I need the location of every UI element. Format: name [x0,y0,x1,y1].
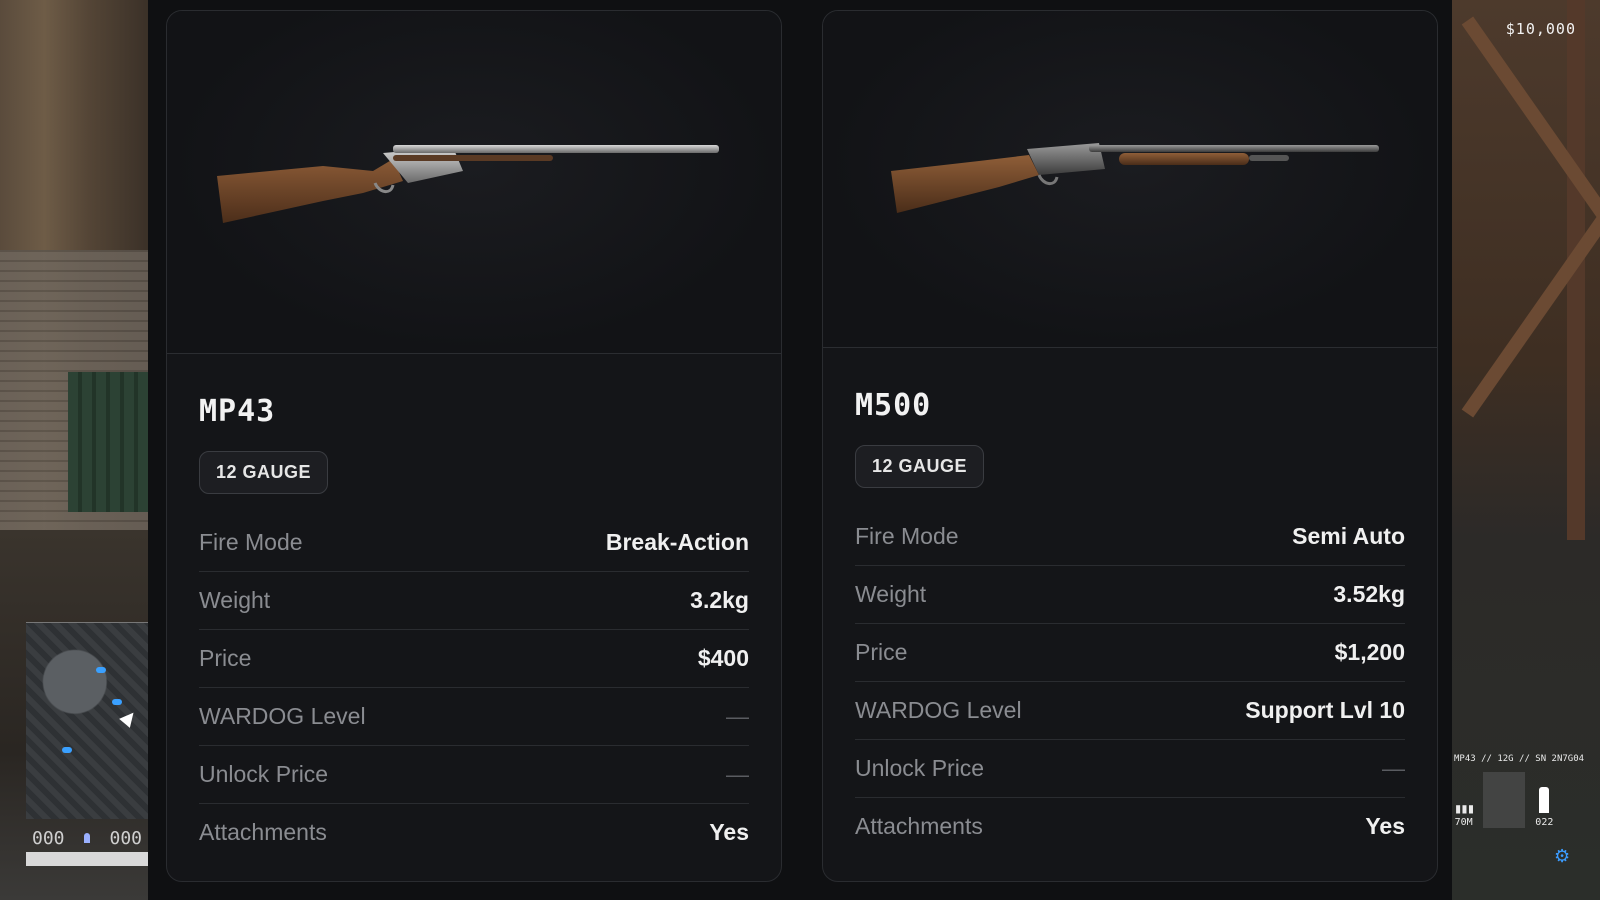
stat-label: Fire Mode [199,529,303,555]
stats-list: Fire Mode Break-Action Weight 3.2kg Pric… [199,514,749,861]
stat-value: Semi Auto [1292,523,1405,549]
shipping-container [68,372,148,512]
weapon-serial: MP43 // 12G // SN 2N7G04 [1454,754,1585,764]
caliber-badge: 12 GAUGE [199,451,329,494]
stats-list: Fire Mode Semi Auto Weight 3.52kg Price … [855,508,1405,855]
stat-label: Price [855,639,908,665]
shell-icon [1539,787,1550,813]
minimap-marker [112,699,122,705]
stat-label: Attachments [855,813,983,839]
stat-label: Unlock Price [199,761,329,787]
stat-label: Attachments [199,819,327,845]
stat-value: $1,200 [1334,639,1405,665]
stat-price: Price $400 [199,630,749,688]
weapon-slot [1483,772,1526,828]
weapon-details: M500 12 GAUGE Fire Mode Semi Auto Weight… [823,348,1437,855]
stat-value: Support Lvl 10 [1245,697,1405,723]
stat-label: Unlock Price [855,755,985,781]
gear-icon: ⚙ [1554,846,1571,866]
stat-attachments: Attachments Yes [199,804,749,861]
compass-right-value: 000 [109,827,142,849]
weapon-name: M500 [855,388,932,423]
caliber-badge: 12 GAUGE [855,445,985,488]
weapon-image-area [167,11,781,354]
stat-label: Fire Mode [855,523,959,549]
stat-value: 3.52kg [1333,581,1405,607]
stat-value: Break-Action [605,529,749,555]
mag-ammo: 022 [1535,787,1553,828]
health-bar [26,852,148,866]
weapon-compare-overlay: MP43 12 GAUGE Fire Mode Break-Action Wei… [148,0,1452,900]
stat-weight: Weight 3.2kg [199,572,749,630]
stat-value: $400 [697,645,749,671]
stat-wardog-level: WARDOG Level — [199,688,749,746]
compass-left-value: 000 [32,827,65,849]
stat-label: Price [199,645,252,671]
reserve-ammo: ▮▮▮ 70M [1454,801,1475,828]
stat-fire-mode: Fire Mode Break-Action [199,514,749,572]
stat-value: — [726,703,749,729]
stat-label: WARDOG Level [199,703,366,729]
weapon-details: MP43 12 GAUGE Fire Mode Break-Action Wei… [167,354,781,861]
stat-fire-mode: Fire Mode Semi Auto [855,508,1405,566]
stat-value: — [1382,755,1405,781]
shotgun-mp43-image [217,145,719,223]
minimap [26,622,148,819]
stat-unlock-price: Unlock Price — [199,746,749,804]
minimap-marker [62,747,72,753]
stat-label: WARDOG Level [855,697,1022,723]
money-display: $10,000 [1505,20,1576,38]
minimap-marker [96,667,106,673]
stat-weight: Weight 3.52kg [855,566,1405,624]
stat-price: Price $1,200 [855,624,1405,682]
weapon-image-area [823,11,1437,348]
shells-icon: ▮▮▮ [1454,801,1475,817]
stat-attachments: Attachments Yes [855,798,1405,855]
shotgun-m500-image [891,143,1379,213]
weapon-name: MP43 [199,394,276,429]
player-icon [84,833,90,843]
mag-ammo-value: 022 [1535,817,1554,828]
weapon-card-m500[interactable]: M500 12 GAUGE Fire Mode Semi Auto Weight… [822,10,1438,882]
weapon-hud: MP43 // 12G // SN 2N7G04 ▮▮▮ 70M 022 [1454,754,1584,828]
stat-value: 3.2kg [690,587,749,613]
reserve-ammo-value: 70M [1454,817,1473,828]
stat-unlock-price: Unlock Price — [855,740,1405,798]
stat-value: — [726,761,749,787]
stat-value: Yes [709,819,749,845]
weapon-card-mp43[interactable]: MP43 12 GAUGE Fire Mode Break-Action Wei… [166,10,782,882]
player-arrow-icon [119,708,139,728]
stat-value: Yes [1365,813,1405,839]
stat-wardog-level: WARDOG Level Support Lvl 10 [855,682,1405,740]
stat-label: Weight [199,587,271,613]
stat-label: Weight [855,581,927,607]
